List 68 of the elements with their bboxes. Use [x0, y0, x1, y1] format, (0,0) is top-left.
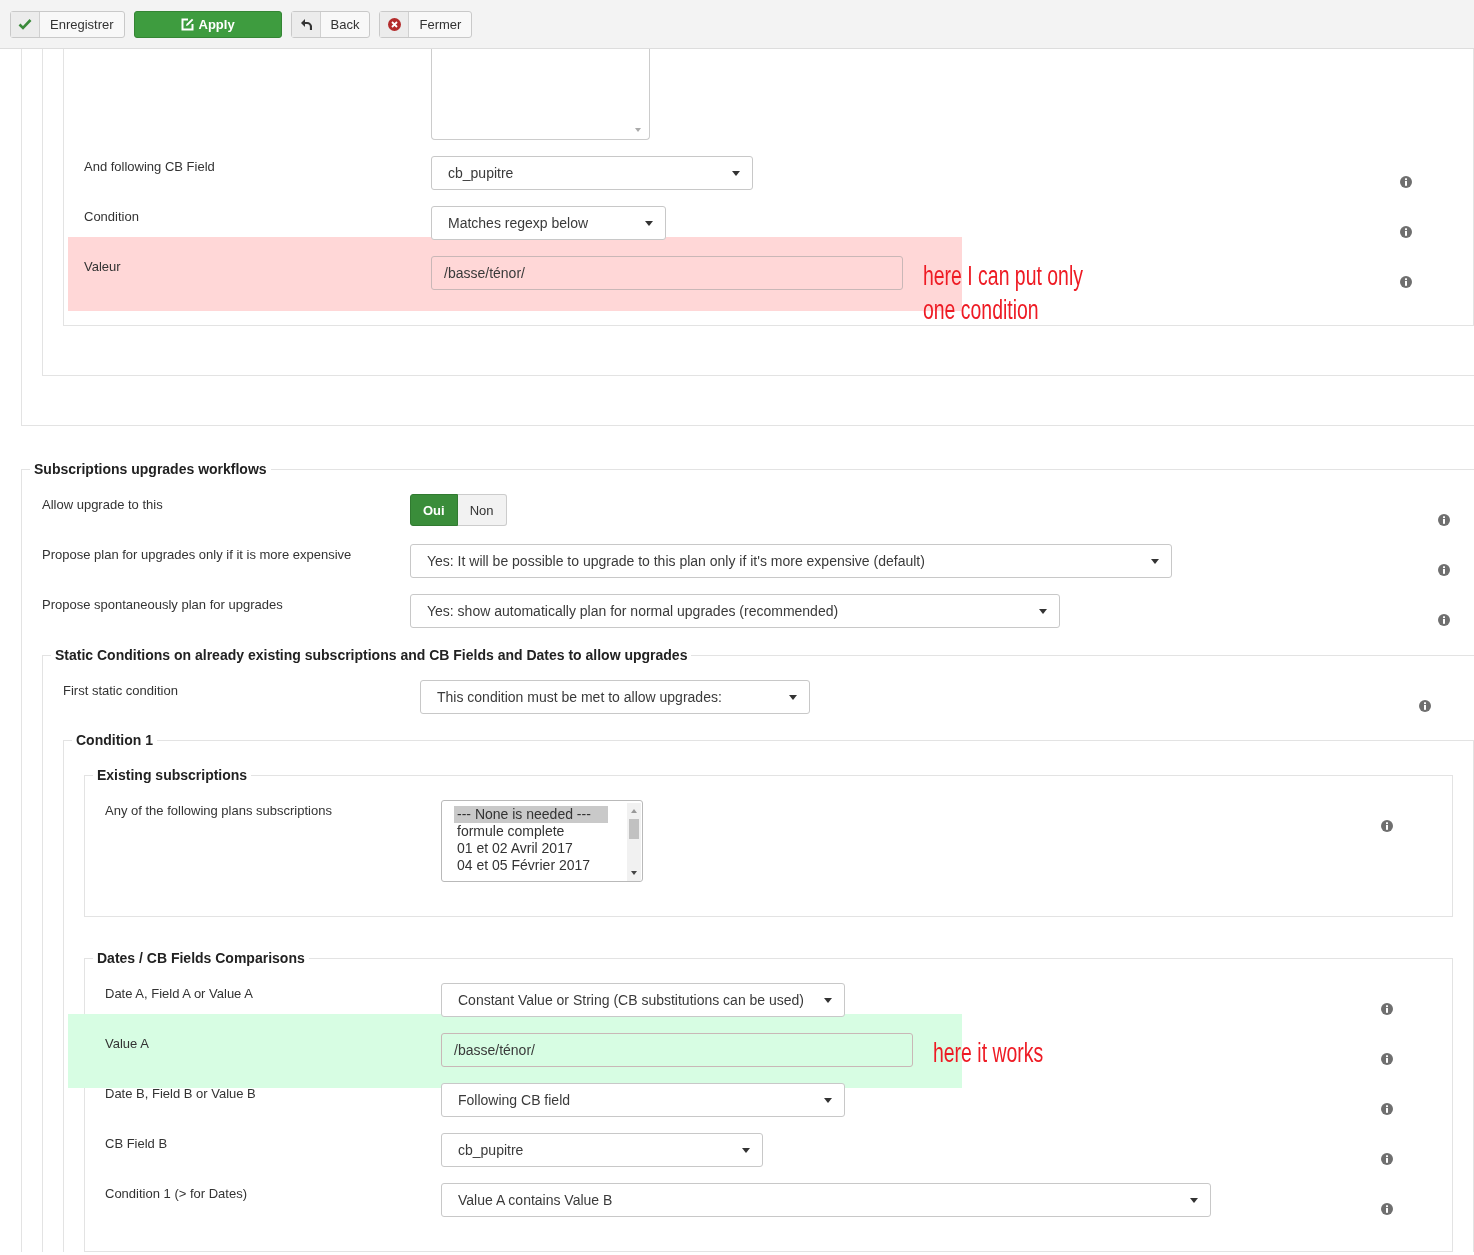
- field-label: Any of the following plans subscriptions: [105, 802, 333, 820]
- list-option[interactable]: 04 et 05 Février 2017: [454, 857, 608, 874]
- scrollbar[interactable]: [627, 803, 641, 881]
- toolbar-button[interactable]: Enregistrer: [10, 10, 125, 38]
- dropdown[interactable]: This condition must be met to allow upgrades:: [420, 680, 810, 714]
- list-option[interactable]: formule complete: [454, 823, 608, 840]
- field-label: First static condition: [63, 682, 179, 700]
- field-label: And following CB Field: [84, 158, 216, 176]
- annotation-text: here it works: [933, 1037, 1045, 1070]
- field-label: Valeur: [84, 258, 122, 276]
- field-label: Condition 1 (> for Dates): [105, 1185, 248, 1203]
- dropdown[interactable]: Matches regexp below: [431, 206, 666, 240]
- undo-arrow-icon: [299, 18, 312, 30]
- field-label: Date A, Field A or Value A: [105, 985, 254, 1003]
- field-label: Value A: [105, 1035, 150, 1053]
- caret-icon: [732, 170, 740, 176]
- dropdown[interactable]: Following CB field: [441, 1083, 845, 1117]
- field-label: Allow upgrade to this: [42, 496, 164, 514]
- dropdown[interactable]: Yes: It will be possible to upgrade to this plan only if it's more expensive (default): [410, 544, 1172, 578]
- info-icon[interactable]: [1381, 1153, 1393, 1165]
- check-icon: [18, 18, 32, 30]
- text-field[interactable]: /basse/ténor/: [431, 256, 903, 290]
- section-title: Condition 1: [75, 732, 154, 749]
- annotation-text: here I can put only one condition: [923, 260, 1084, 327]
- info-icon[interactable]: [1438, 614, 1450, 626]
- info-icon[interactable]: [1419, 700, 1431, 712]
- info-icon[interactable]: [1381, 820, 1393, 832]
- dropdown[interactable]: cb_pupitre: [441, 1133, 763, 1167]
- info-icon[interactable]: [1400, 276, 1412, 288]
- field-label: Date B, Field B or Value B: [105, 1085, 257, 1103]
- info-icon[interactable]: [1381, 1103, 1393, 1115]
- section-title: Subscriptions upgrades workflows: [33, 461, 268, 478]
- caret-icon: [824, 1097, 832, 1103]
- section-title: Static Conditions on already existing subscriptions and CB Fields and Dates to allow upgrades: [54, 647, 689, 664]
- caret-icon: [1039, 608, 1047, 614]
- dropdown[interactable]: cb_pupitre: [431, 156, 753, 190]
- caret-icon: [1151, 558, 1159, 564]
- field-label: Condition: [84, 208, 140, 226]
- info-icon[interactable]: [1381, 1053, 1393, 1065]
- caret-icon: [742, 1147, 750, 1153]
- scroll-arrow-icon: [634, 127, 642, 133]
- toolbar-button[interactable]: Fermer: [379, 10, 473, 38]
- text-field[interactable]: /basse/ténor/: [441, 1033, 913, 1067]
- info-icon[interactable]: [1438, 514, 1450, 526]
- list-option[interactable]: --- None is needed ---: [454, 806, 608, 823]
- info-icon[interactable]: [1381, 1003, 1393, 1015]
- info-icon[interactable]: [1400, 226, 1412, 238]
- caret-icon: [1190, 1197, 1198, 1203]
- close-icon: [388, 17, 401, 31]
- field-label: Propose plan for upgrades only if it is more expensive: [42, 546, 353, 564]
- dropdown[interactable]: Constant Value or String (CB substitutions can be used): [441, 983, 845, 1017]
- field-label: CB Field B: [105, 1135, 169, 1153]
- toggle-option[interactable]: Oui: [410, 494, 458, 526]
- list-option[interactable]: 01 et 02 Avril 2017: [454, 840, 608, 857]
- section-title: Existing subscriptions: [96, 767, 249, 784]
- caret-icon: [645, 220, 653, 226]
- caret-icon: [824, 997, 832, 1003]
- info-icon[interactable]: [1400, 176, 1412, 188]
- toolbar-button[interactable]: Back: [290, 10, 371, 38]
- info-icon[interactable]: [1381, 1203, 1393, 1215]
- toggle-option[interactable]: Non: [457, 494, 507, 526]
- dropdown[interactable]: Yes: show automatically plan for normal upgrades (recommended): [410, 594, 1060, 628]
- field-label: Propose spontaneously plan for upgrades: [42, 596, 284, 614]
- section-title: Dates / CB Fields Comparisons: [96, 950, 306, 967]
- caret-icon: [789, 694, 797, 700]
- info-icon[interactable]: [1438, 564, 1450, 576]
- dropdown[interactable]: Value A contains Value B: [441, 1183, 1211, 1217]
- edit-icon: [180, 17, 194, 31]
